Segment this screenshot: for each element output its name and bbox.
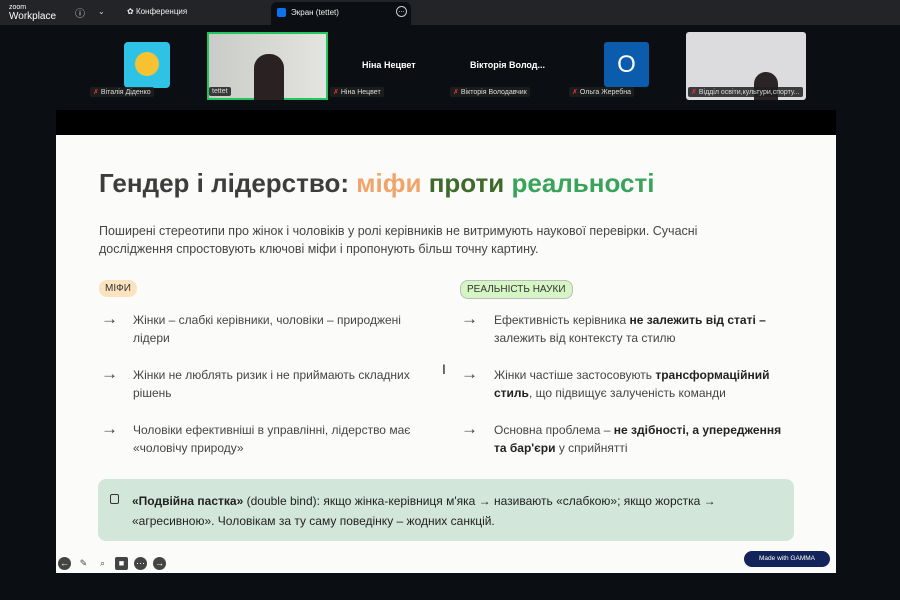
arrow-right-icon: → (461, 364, 478, 383)
name-text: Відділ освіти,культури,спорту... (698, 89, 800, 96)
intro-text: Поширені стереотипи про жінок і чоловікі… (99, 224, 698, 256)
participant-name: ✗ Ольга Жеребна (569, 87, 634, 97)
name-text: Віталія Діденко (100, 89, 151, 96)
info-icon[interactable]: ⓘ (75, 5, 85, 20)
presentation-controls: ← ✎ ⌕ ■ ⋯ → (58, 557, 166, 570)
screen-tab[interactable]: Экран (tettet) … (271, 2, 411, 25)
participant-avatar[interactable] (124, 42, 170, 88)
conference-tab-label: Конференция (135, 7, 188, 16)
participant-avatar[interactable]: О (604, 42, 649, 87)
participant-name: tettet (209, 87, 231, 96)
more-icon[interactable]: ⋯ (134, 557, 147, 570)
participant-tile-name: Вікторія Волод... (470, 60, 546, 70)
pen-icon[interactable]: ✎ (77, 557, 90, 570)
myth-item: Жінки не люблять ризик і не приймають ск… (133, 368, 410, 400)
double-bind-note: «Подвійна пастка» (double bind): якщо жі… (98, 479, 794, 541)
name-text: Ольга Жеребна (579, 89, 631, 96)
logo-bottom: Workplace (9, 11, 57, 22)
title-vs: проти (421, 168, 505, 198)
name-text: Ніна Нецвет (340, 89, 381, 96)
arrow-right-icon: → (461, 419, 478, 438)
participants-icon: ✿ (127, 7, 136, 16)
participant-name: ✗ Відділ освіти,культури,спорту... (688, 87, 803, 97)
arrow-right-icon: → (101, 364, 118, 383)
text: Основна проблема – (494, 423, 614, 437)
participant-name: ✗ Віталія Діденко (90, 87, 154, 97)
name-text: Вікторія Володавчик (460, 89, 527, 96)
screen-tab-label: Экран (tettet) (291, 8, 339, 17)
title-myths: міфи (349, 168, 422, 198)
made-with-gamma-badge[interactable]: Made with GAMMA (744, 551, 830, 567)
arrow-right-icon: → (101, 419, 118, 438)
next-slide-icon[interactable]: → (153, 557, 166, 570)
logo-top: zoom (9, 4, 27, 11)
video-icon[interactable]: ■ (115, 557, 128, 570)
text-cursor-icon: I (442, 361, 446, 377)
participant-tile-name: Ніна Нецвет (362, 60, 416, 70)
chevron-down-icon[interactable]: ⌄ (98, 7, 105, 16)
slide-top-band (56, 110, 836, 135)
zoom-logo: zoom Workplace (9, 4, 56, 22)
conference-tab[interactable]: ✿ Конференция (127, 7, 187, 16)
more-icon[interactable]: … (396, 6, 407, 17)
participant-name: ✗ Ніна Нецвет (330, 87, 384, 97)
myth-item: Чоловіки ефективніші в управлінні, лідер… (133, 423, 411, 455)
text: Жінки частіше застосовують (494, 368, 656, 382)
arrow-right-icon: → (101, 309, 118, 328)
reality-badge: РЕАЛЬНІСТЬ НАУКИ (460, 280, 573, 299)
prev-slide-icon[interactable]: ← (58, 557, 71, 570)
bold-text: не залежить від статі – (629, 313, 766, 327)
title-reality: реальності (504, 168, 655, 198)
text: , що підвищує залученість команди (528, 386, 726, 400)
myths-badge: МІФИ (99, 280, 137, 297)
zoom-icon[interactable]: ⌕ (96, 557, 109, 570)
shared-slide: Гендер і лідерство: міфи проти реальност… (56, 135, 836, 573)
reality-item: Ефективність керівника не залежить від с… (494, 311, 784, 347)
text: у сприйнятті (555, 441, 628, 455)
note-bold: «Подвійна пастка» (132, 494, 244, 508)
arrow-right-icon: → (461, 309, 478, 328)
share-icon (277, 8, 286, 17)
note-icon (110, 494, 119, 504)
text: Ефективність керівника (494, 313, 630, 327)
slide-title: Гендер і лідерство: міфи проти реальност… (99, 168, 654, 199)
reality-item: Жінки частіше застосовують трансформацій… (494, 366, 784, 402)
participant-name: ✗ Вікторія Володавчик (450, 87, 530, 97)
reality-item: Основна проблема – не здібності, а упере… (494, 421, 784, 457)
myth-item: Жінки – слабкі керівники, чоловіки – при… (133, 313, 401, 345)
text: залежить від контексту та стилю (494, 331, 676, 345)
title-part: Гендер і лідерство: (99, 168, 350, 198)
title-bar: zoom Workplace ⓘ ⌄ ✿ Конференция Экран (t… (0, 0, 900, 25)
